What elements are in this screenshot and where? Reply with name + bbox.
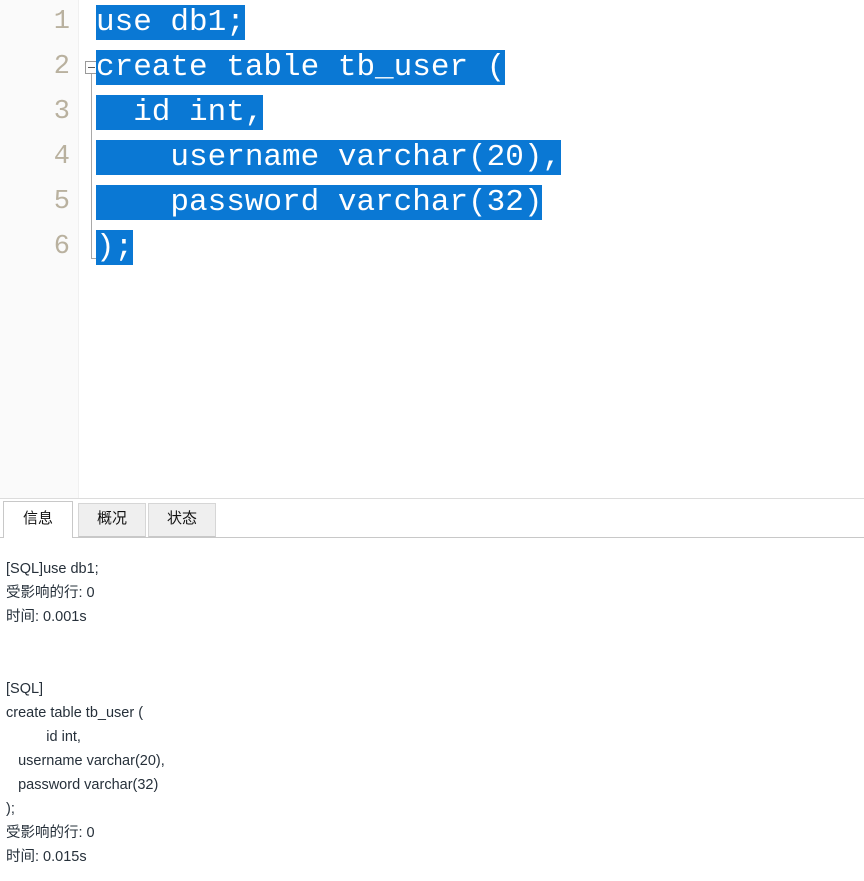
output-line: 受影响的行: 0: [6, 825, 95, 841]
tab-status[interactable]: 状态: [148, 503, 216, 537]
sql-editor-panel[interactable]: 1 2 3 4 5 6 use db1; create table tb_use…: [0, 0, 864, 498]
code-line[interactable]: use db1;: [96, 0, 864, 45]
output-line: username varchar(20),: [6, 753, 165, 769]
code-line-text: id int,: [96, 95, 264, 130]
line-number: 4: [53, 142, 70, 172]
code-line-text: );: [96, 230, 134, 265]
tab-bar-underline: [0, 537, 864, 538]
code-line-text: password varchar(32): [96, 185, 543, 220]
code-line[interactable]: username varchar(20),: [96, 135, 864, 180]
output-line: 受影响的行: 0: [6, 585, 95, 601]
tab-active-mask: [4, 537, 72, 538]
tab-info[interactable]: 信息: [3, 501, 73, 537]
code-line-text: create table tb_user (: [96, 50, 506, 85]
output-line: create table tb_user (: [6, 705, 144, 721]
tab-label: 状态: [166, 510, 197, 527]
sql-result-message-panel[interactable]: [SQL]use db1; 受影响的行: 0 时间: 0.001s [SQL] …: [0, 545, 864, 881]
code-line-text: username varchar(20),: [96, 140, 562, 175]
tab-profile[interactable]: 概况: [78, 503, 146, 537]
result-tab-bar[interactable]: 信息 概况 状态: [0, 499, 864, 537]
line-number: 2: [53, 52, 70, 82]
code-line[interactable]: id int,: [96, 90, 864, 135]
output-line-blank: [6, 653, 864, 677]
code-line-text: use db1;: [96, 5, 245, 40]
line-number: 6: [53, 232, 70, 262]
code-line[interactable]: );: [96, 225, 864, 270]
output-line: );: [6, 801, 15, 817]
tab-label: 概况: [96, 510, 127, 527]
line-number: 5: [53, 187, 70, 217]
output-line: [SQL]use db1;: [6, 561, 99, 577]
code-text-area[interactable]: use db1; create table tb_user ( id int, …: [96, 0, 864, 498]
line-number: 3: [53, 97, 70, 127]
output-line: id int,: [6, 729, 81, 745]
fold-guide-line: [91, 74, 92, 259]
code-line[interactable]: create table tb_user (: [96, 45, 864, 90]
code-line[interactable]: password varchar(32): [96, 180, 864, 225]
tab-label: 信息: [22, 510, 53, 527]
output-line: password varchar(32): [6, 777, 159, 793]
line-number: 1: [53, 7, 70, 37]
editor-line-number-gutter: 1 2 3 4 5 6: [0, 0, 79, 498]
output-line-blank: [6, 629, 864, 653]
output-line: 时间: 0.001s: [6, 609, 87, 625]
output-line: [SQL]: [6, 681, 44, 697]
output-line: 时间: 0.015s: [6, 849, 87, 865]
